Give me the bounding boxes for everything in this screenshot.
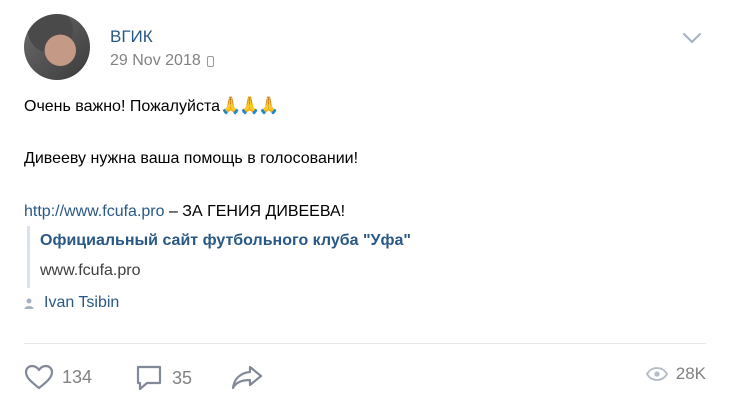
views-count: 28K: [675, 364, 706, 383]
eye-icon: [645, 367, 668, 381]
snippet-title[interactable]: Официальный сайт футбольного клуба "Уфа": [40, 232, 411, 250]
snippet-domain: www.fcufa.pro: [40, 262, 141, 279]
post-text-line-1: Очень важно! Пожалуйста🙏🙏🙏: [24, 96, 279, 116]
link-snippet[interactable]: Официальный сайт футбольного клуба "Уфа"…: [27, 226, 411, 288]
chevron-down-icon[interactable]: [682, 31, 702, 45]
like-count: 134: [62, 366, 93, 387]
author-name[interactable]: ВГИК: [110, 27, 153, 47]
heart-icon: [24, 364, 54, 390]
post-date[interactable]: 29 Nov 2018: [110, 52, 201, 70]
divider: [24, 343, 706, 344]
phone-icon: [206, 55, 214, 67]
avatar[interactable]: [24, 14, 90, 80]
post-signer: Ivan Tsibin: [24, 294, 119, 312]
views-counter: 28K: [645, 364, 706, 384]
post-text-line-3: http://www.fcufa.pro – ЗА ГЕНИЯ ДИВЕЕВА!: [24, 203, 345, 221]
post-text: Очень важно! Пожалуйста: [24, 98, 220, 115]
praying-hands-emoji: 🙏🙏🙏: [219, 96, 279, 115]
comment-button[interactable]: 35: [134, 364, 192, 392]
share-icon: [231, 365, 263, 390]
like-button[interactable]: 134: [24, 364, 92, 390]
external-link[interactable]: http://www.fcufa.pro: [24, 203, 165, 220]
comment-count: 35: [172, 367, 193, 388]
comment-icon: [136, 365, 162, 391]
post-text-line-2: Дивееву нужна ваша помощь в голосовании!: [24, 150, 359, 167]
user-icon: [24, 298, 34, 309]
share-button[interactable]: [230, 364, 264, 390]
post-date-row: 29 Nov 2018: [110, 52, 214, 70]
signer-name[interactable]: Ivan Tsibin: [44, 294, 119, 312]
link-caption: – ЗА ГЕНИЯ ДИВЕЕВА!: [164, 203, 346, 220]
